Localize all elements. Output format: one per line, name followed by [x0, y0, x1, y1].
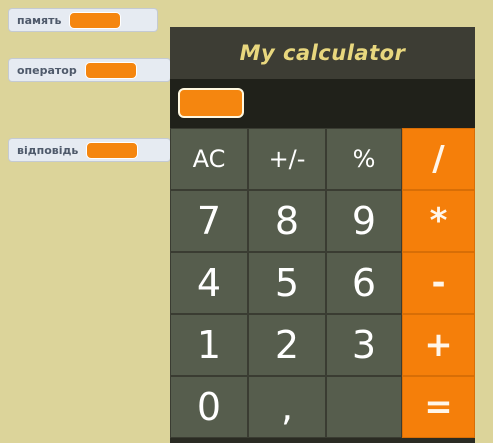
digit-5-button[interactable]: 5	[248, 252, 326, 314]
memory-variable-label: память	[17, 13, 62, 27]
multiply-button[interactable]: *	[402, 190, 475, 252]
calculator-keypad: AC +/- % / 7 8 9 * 4 5 6 - 1 2 3 + 0 , =	[170, 128, 475, 438]
equals-button[interactable]: =	[402, 376, 475, 438]
answer-variable-value	[86, 141, 139, 159]
clear-button[interactable]: AC	[170, 128, 248, 190]
digit-9-button[interactable]: 9	[326, 190, 402, 252]
plus-minus-button[interactable]: +/-	[248, 128, 326, 190]
plus-button[interactable]: +	[402, 314, 475, 376]
calculator: My calculator AC +/- % / 7 8 9 * 4 5 6 -…	[170, 27, 475, 443]
digit-4-button[interactable]: 4	[170, 252, 248, 314]
comma-button[interactable]: ,	[248, 376, 326, 438]
answer-variable-label: відповідь	[17, 143, 79, 157]
digit-8-button[interactable]: 8	[248, 190, 326, 252]
calculator-display	[178, 88, 244, 118]
operator-variable-monitor: оператор	[8, 58, 171, 82]
digit-2-button[interactable]: 2	[248, 314, 326, 376]
percent-button[interactable]: %	[326, 128, 402, 190]
digit-3-button[interactable]: 3	[326, 314, 402, 376]
digit-6-button[interactable]: 6	[326, 252, 402, 314]
digit-0-button[interactable]: 0	[170, 376, 248, 438]
operator-variable-value	[84, 61, 137, 79]
answer-variable-monitor: відповідь	[8, 138, 171, 162]
minus-button[interactable]: -	[402, 252, 475, 314]
divide-button[interactable]: /	[402, 128, 475, 190]
digit-7-button[interactable]: 7	[170, 190, 248, 252]
memory-variable-value	[69, 11, 122, 29]
calculator-title: My calculator	[170, 27, 475, 79]
digit-1-button[interactable]: 1	[170, 314, 248, 376]
memory-variable-monitor: память	[8, 8, 158, 32]
blank-button	[326, 376, 402, 438]
operator-variable-label: оператор	[17, 63, 77, 77]
